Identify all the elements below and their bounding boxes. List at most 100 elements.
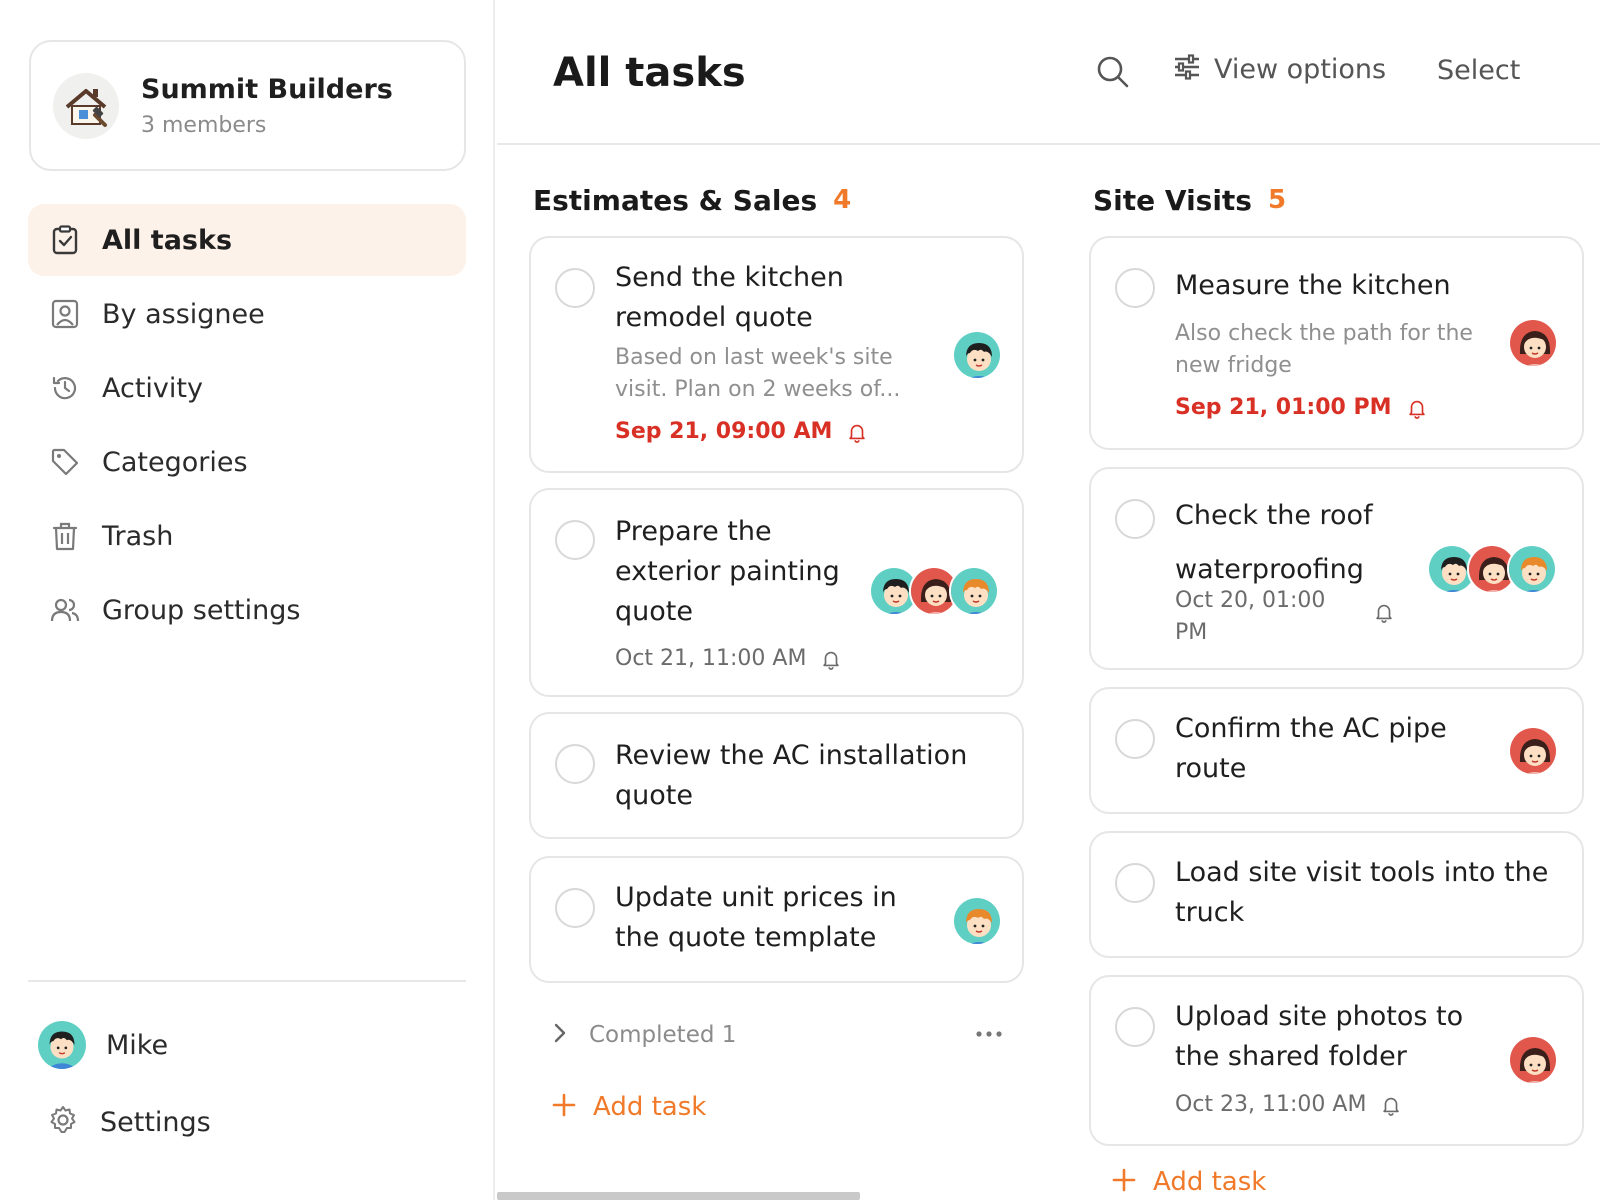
- task-title: Upload site photos to the shared folder: [1175, 1001, 1464, 1072]
- completed-label: Completed 1: [589, 1022, 737, 1048]
- assignee-avatars: [1508, 1035, 1558, 1085]
- avatar-mike: [952, 330, 1002, 380]
- sidebar-item-label: Group settings: [102, 594, 301, 626]
- assignee-avatars: [952, 896, 1002, 946]
- task-title: Check the roof waterproofing: [1175, 500, 1373, 585]
- sidebar-item-label: Categories: [102, 446, 248, 478]
- complete-checkbox[interactable]: [1115, 268, 1155, 308]
- column-count: 5: [1267, 185, 1287, 215]
- column-title: Estimates & Sales: [533, 183, 818, 217]
- complete-checkbox[interactable]: [1115, 719, 1155, 759]
- assignee-avatars: [869, 566, 999, 616]
- sidebar-item-trash[interactable]: Trash: [28, 500, 466, 572]
- task-title: Prepare the exterior painting quote: [615, 516, 840, 627]
- gear-icon: [48, 1105, 78, 1139]
- avatar-orange: [1507, 544, 1557, 594]
- sidebar-item-by-assignee[interactable]: By assignee: [28, 278, 466, 350]
- avatar-woman: [1508, 318, 1558, 368]
- settings-button[interactable]: Settings: [48, 1105, 211, 1139]
- add-task-button[interactable]: Add task: [551, 1092, 706, 1122]
- page-title: All tasks: [553, 50, 746, 96]
- task-card[interactable]: Send the kitchen remodel quote Based on …: [529, 236, 1024, 473]
- clipboard-check-icon: [50, 225, 80, 255]
- person-badge-icon: [50, 299, 80, 329]
- task-card[interactable]: Check the roof waterproofing Oct 20, 01:…: [1089, 467, 1584, 670]
- tag-icon: [50, 447, 80, 477]
- sliders-icon: [1172, 52, 1202, 86]
- add-task-label: Add task: [593, 1092, 707, 1122]
- complete-checkbox[interactable]: [555, 268, 595, 308]
- select-button[interactable]: Select: [1437, 55, 1520, 86]
- task-due-date-text: Sep 21, 09:00 AM: [615, 419, 833, 444]
- plus-icon: [551, 1092, 577, 1122]
- complete-checkbox[interactable]: [555, 744, 595, 784]
- sidebar-item-categories[interactable]: Categories: [28, 426, 466, 498]
- complete-checkbox[interactable]: [1115, 499, 1155, 539]
- task-card[interactable]: Upload site photos to the shared folder …: [1089, 975, 1584, 1146]
- complete-checkbox[interactable]: [1115, 1007, 1155, 1047]
- task-description: Also check the path for the new fridge: [1175, 321, 1473, 378]
- task-card[interactable]: Confirm the AC pipe route: [1089, 687, 1584, 814]
- people-icon: [50, 595, 80, 625]
- column-count: 4: [833, 185, 852, 215]
- task-due-date: Oct 23, 11:00 AM: [1175, 1089, 1402, 1121]
- task-title: Measure the kitchen: [1175, 270, 1451, 301]
- task-card[interactable]: Update unit prices in the quote template: [529, 856, 1024, 983]
- sidebar-item-all-tasks[interactable]: All tasks: [28, 204, 466, 276]
- sidebar-item-label: Trash: [102, 520, 174, 552]
- task-due-date-text: Oct 23, 11:00 AM: [1175, 1092, 1367, 1117]
- avatar-orange: [952, 896, 1002, 946]
- bell-icon: [820, 648, 842, 670]
- task-card[interactable]: Prepare the exterior painting quote Oct …: [529, 488, 1024, 697]
- task-due-date-text: Sep 21, 01:00 PM: [1175, 395, 1392, 420]
- sidebar-item-activity[interactable]: Activity: [28, 352, 466, 424]
- complete-checkbox[interactable]: [555, 888, 595, 928]
- completed-toggle[interactable]: Completed 1: [553, 1022, 1003, 1048]
- assignee-avatars: [1508, 318, 1558, 368]
- horizontal-scrollbar[interactable]: [497, 1192, 860, 1200]
- task-description: Based on last week's site visit. Plan on…: [615, 345, 901, 402]
- column-estimates-sales: Estimates & Sales 4 Send the kitchen rem…: [529, 180, 1024, 1122]
- sidebar: Summit Builders 3 members All tasks By a…: [0, 0, 495, 1200]
- add-task-label: Add task: [1153, 1167, 1267, 1197]
- more-options-icon[interactable]: [975, 1024, 1003, 1043]
- column-title: Site Visits: [1093, 183, 1252, 217]
- task-card[interactable]: Load site visit tools into the truck: [1089, 831, 1584, 958]
- task-due-date: Oct 20, 01:00 PM: [1175, 585, 1395, 649]
- team-name: Summit Builders: [141, 73, 393, 105]
- page-header: All tasks View options Select: [497, 0, 1600, 145]
- plus-icon: [1111, 1167, 1137, 1197]
- task-title: Load site visit tools into the truck: [1175, 857, 1549, 928]
- current-user[interactable]: Mike: [48, 1021, 168, 1069]
- sidebar-divider: [28, 980, 466, 982]
- add-task-button[interactable]: Add task: [1111, 1167, 1266, 1197]
- complete-checkbox[interactable]: [1115, 863, 1155, 903]
- sidebar-item-label: All tasks: [102, 224, 233, 256]
- task-title: Update unit prices in the quote template: [615, 882, 897, 953]
- history-icon: [50, 373, 80, 403]
- task-title: Confirm the AC pipe route: [1175, 713, 1447, 784]
- task-title: Send the kitchen remodel quote: [615, 262, 844, 333]
- view-options-label: View options: [1214, 53, 1387, 85]
- team-switcher[interactable]: Summit Builders 3 members: [29, 40, 466, 171]
- bell-icon: [1373, 601, 1395, 623]
- task-card[interactable]: Measure the kitchen Also check the path …: [1089, 236, 1584, 450]
- task-due-date: Sep 21, 01:00 PM: [1175, 392, 1428, 424]
- view-options-button[interactable]: View options: [1172, 52, 1386, 86]
- task-card[interactable]: Review the AC installation quote: [529, 712, 1024, 839]
- house-hammer-icon: [53, 72, 119, 139]
- chevron-right-icon: [553, 1022, 567, 1048]
- search-icon[interactable]: [1095, 54, 1131, 90]
- task-due-date-text: Oct 20, 01:00 PM: [1175, 588, 1326, 645]
- bell-icon: [1406, 397, 1428, 419]
- bell-icon: [846, 421, 868, 443]
- complete-checkbox[interactable]: [555, 520, 595, 560]
- avatar-orange: [949, 566, 999, 616]
- team-member-count: 3 members: [141, 112, 267, 138]
- user-name: Mike: [106, 1029, 169, 1061]
- avatar: [38, 1021, 86, 1069]
- sidebar-item-group-settings[interactable]: Group settings: [28, 574, 466, 646]
- task-title: Review the AC installation quote: [615, 740, 968, 811]
- trash-icon: [50, 521, 80, 551]
- avatar-woman: [1508, 1035, 1558, 1085]
